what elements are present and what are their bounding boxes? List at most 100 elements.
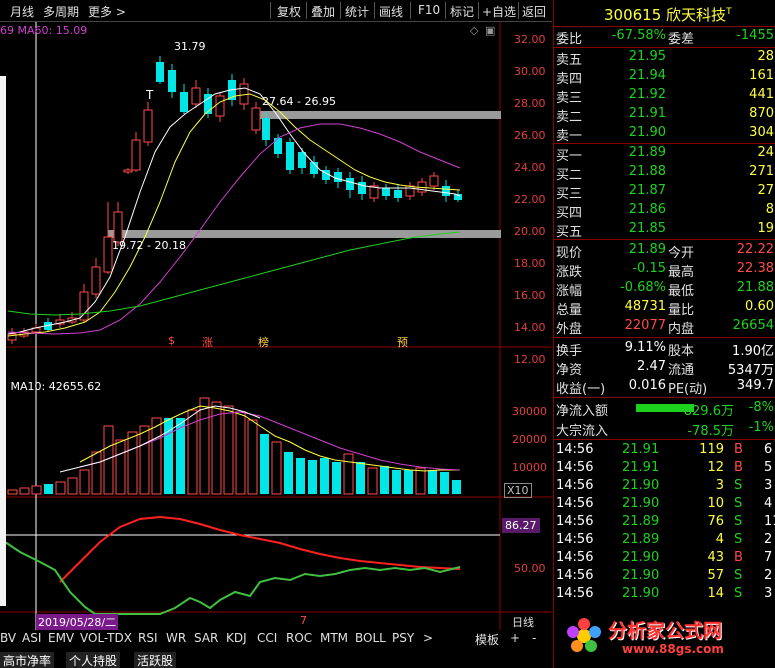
tab-kdj[interactable]: KDJ (226, 631, 247, 649)
status-item[interactable]: 个人持股 (66, 652, 121, 668)
tab-more-arrow[interactable]: > (423, 631, 433, 649)
tick-price: 21.90 (622, 550, 660, 565)
more-button[interactable]: 更多 > (88, 3, 126, 20)
quote-row: 换手 9.11% 股本 1.90亿 (554, 340, 775, 359)
zoom-in-button[interactable]: + (510, 631, 520, 649)
volume-bar (380, 466, 389, 494)
tab-asi[interactable]: ASI (22, 631, 41, 649)
tick-price: 21.91 (622, 442, 660, 457)
candle-body (79, 291, 89, 321)
volume-bar (247, 419, 258, 495)
quote-value: 21.90 (628, 125, 666, 140)
weicha-label: 委差 (668, 32, 695, 47)
stock-title: 300615 欣天科技T (604, 4, 732, 25)
status-item[interactable]: 高市净率 (0, 652, 55, 668)
tab-boll[interactable]: BOLL (355, 631, 386, 649)
draw-button[interactable]: 画线 (379, 3, 403, 20)
tick-time: 14:56 (556, 460, 594, 475)
quote-label: 现价 (556, 246, 583, 261)
quote-value: 21.94 (628, 68, 666, 83)
overlay-button[interactable]: 叠加 (311, 3, 335, 20)
event-marker[interactable]: 预 (397, 334, 408, 350)
tab-bv[interactable]: BV (0, 631, 16, 649)
quote-value: 21.86 (628, 202, 666, 217)
quote-value-2: 304 (749, 125, 774, 140)
zoom-out-button[interactable]: - (532, 631, 536, 649)
tick-direction: B (734, 460, 743, 475)
diamond-icon[interactable]: ◇ (470, 24, 478, 37)
back-button[interactable]: 返回 (522, 3, 546, 20)
event-marker[interactable]: 榜 (258, 334, 269, 350)
candle-body (442, 186, 450, 196)
settings-icon[interactable]: ▣ (485, 24, 495, 37)
tick-direction: S (734, 532, 743, 547)
restore-button[interactable]: 复权 (277, 3, 301, 20)
multi-period-button[interactable]: 多周期 (43, 3, 79, 20)
quote-value-2: 21.88 (736, 280, 774, 295)
volume-bar (79, 469, 90, 495)
quote-row: 净资 2.47 流通 5347万 (554, 359, 775, 378)
period-button[interactable]: 月线 (10, 3, 34, 20)
status-item[interactable]: 活跃股 (134, 652, 177, 668)
quote-label: 买二 (556, 168, 583, 183)
candle-body (91, 266, 101, 295)
quote-row: 买一 21.89 24 (554, 145, 775, 164)
period-label[interactable]: 日线 (512, 614, 534, 630)
volume-bar (260, 434, 269, 494)
volume-bar (44, 484, 53, 494)
quote-label-2: 量比 (668, 303, 695, 318)
add-favorite-button[interactable]: +自选 (482, 3, 516, 20)
tab-rsi[interactable]: RSI (138, 631, 158, 649)
candlesticks (7, 56, 462, 344)
candle-body (113, 211, 123, 243)
indicator-value-badge: 86.27 (502, 518, 540, 533)
tab-roc[interactable]: ROC (286, 631, 312, 649)
tick-row: 14:56 21.91 119 B 6 (554, 442, 775, 460)
volume-bar (452, 480, 461, 494)
tab-vol-tdx[interactable]: VOL-TDX (80, 631, 132, 649)
volume-bar (91, 451, 102, 495)
volume-bar (115, 439, 126, 495)
quote-row: 外盘 22077 内盘 26654 (554, 318, 775, 337)
candle-body (143, 109, 153, 143)
quote-value: 21.91 (628, 106, 666, 121)
flow-value: -829.6万 (679, 404, 734, 419)
template-button[interactable]: 模板 (475, 631, 499, 649)
kline-chart-area[interactable] (0, 22, 552, 630)
tick-volume: 76 (707, 514, 724, 529)
tab-sar[interactable]: SAR (194, 631, 218, 649)
volume-bar (284, 452, 293, 494)
event-marker[interactable]: 涨 (202, 334, 213, 350)
high-annotation: 31.79 (174, 40, 206, 53)
quote-row: 总量 48731 量比 0.60 (554, 299, 775, 318)
tick-time: 14:56 (556, 568, 594, 583)
candle-body (274, 138, 282, 154)
mark-button[interactable]: 标记 (450, 3, 474, 20)
stats-button[interactable]: 统计 (345, 3, 369, 20)
flow-pct: -1% (748, 420, 774, 435)
tick-price: 21.90 (622, 568, 660, 583)
quote-value: 22077 (624, 318, 666, 333)
tick-row: 14:56 21.89 76 S 11 (554, 514, 775, 532)
tab-cci[interactable]: CCI (257, 631, 277, 649)
tick-price: 21.90 (622, 496, 660, 511)
quote-row: 买二 21.88 271 (554, 164, 775, 183)
tick-direction: S (734, 496, 743, 511)
f10-button[interactable]: F10 (418, 3, 440, 17)
candle-body (215, 95, 225, 117)
tab-wr[interactable]: WR (166, 631, 186, 649)
tab-psy[interactable]: PSY (392, 631, 414, 649)
tick-price: 21.90 (622, 478, 660, 493)
candle-body (334, 172, 342, 182)
tab-mtm[interactable]: MTM (320, 631, 348, 649)
quote-value-2: 1.90亿 (732, 344, 774, 359)
quote-value-2: 24 (757, 145, 774, 160)
quote-value-2: 161 (749, 68, 774, 83)
event-marker[interactable]: $ (168, 334, 175, 347)
volume-bar (235, 411, 246, 495)
tick-row: 14:56 21.90 43 B 7 (554, 550, 775, 568)
tick-row: 14:56 21.90 14 S 3 (554, 586, 775, 604)
tick-direction: S (734, 478, 743, 493)
t-marker: T (146, 88, 154, 102)
tab-emv[interactable]: EMV (48, 631, 74, 649)
